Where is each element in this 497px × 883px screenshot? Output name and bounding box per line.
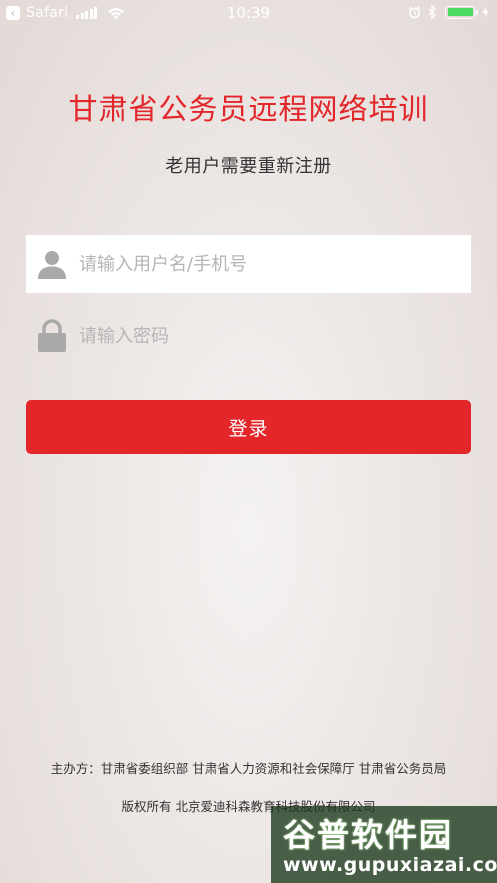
page-title: 甘肃省公务员远程网络培训 [68, 92, 429, 126]
password-input[interactable] [79, 325, 439, 347]
user-icon [35, 247, 69, 281]
charging-icon [482, 6, 489, 18]
battery-level [447, 8, 473, 16]
username-field[interactable] [26, 235, 471, 293]
footer-sponsor: 主办方：甘肃省委组织部 甘肃省人力资源和社会保障厅 甘肃省公务员局 [50, 761, 447, 776]
lock-icon [35, 319, 69, 353]
page-subtitle: 老用户需要重新注册 [165, 156, 332, 177]
watermark-logo: 谷普软件园 www.gupuxiazai.com [271, 806, 497, 883]
bluetooth-icon [428, 5, 436, 19]
status-right [401, 5, 489, 19]
battery-icon [445, 5, 478, 19]
username-input[interactable] [79, 253, 439, 275]
alarm-icon [408, 5, 421, 18]
watermark-url: www.gupuxiazai.com [283, 854, 497, 876]
watermark-text: 谷普软件园 [283, 816, 454, 854]
login-button[interactable]: 登录 [26, 400, 471, 454]
status-bar: ‹ Safari 10:39 [0, 0, 497, 28]
password-field[interactable] [26, 307, 471, 365]
